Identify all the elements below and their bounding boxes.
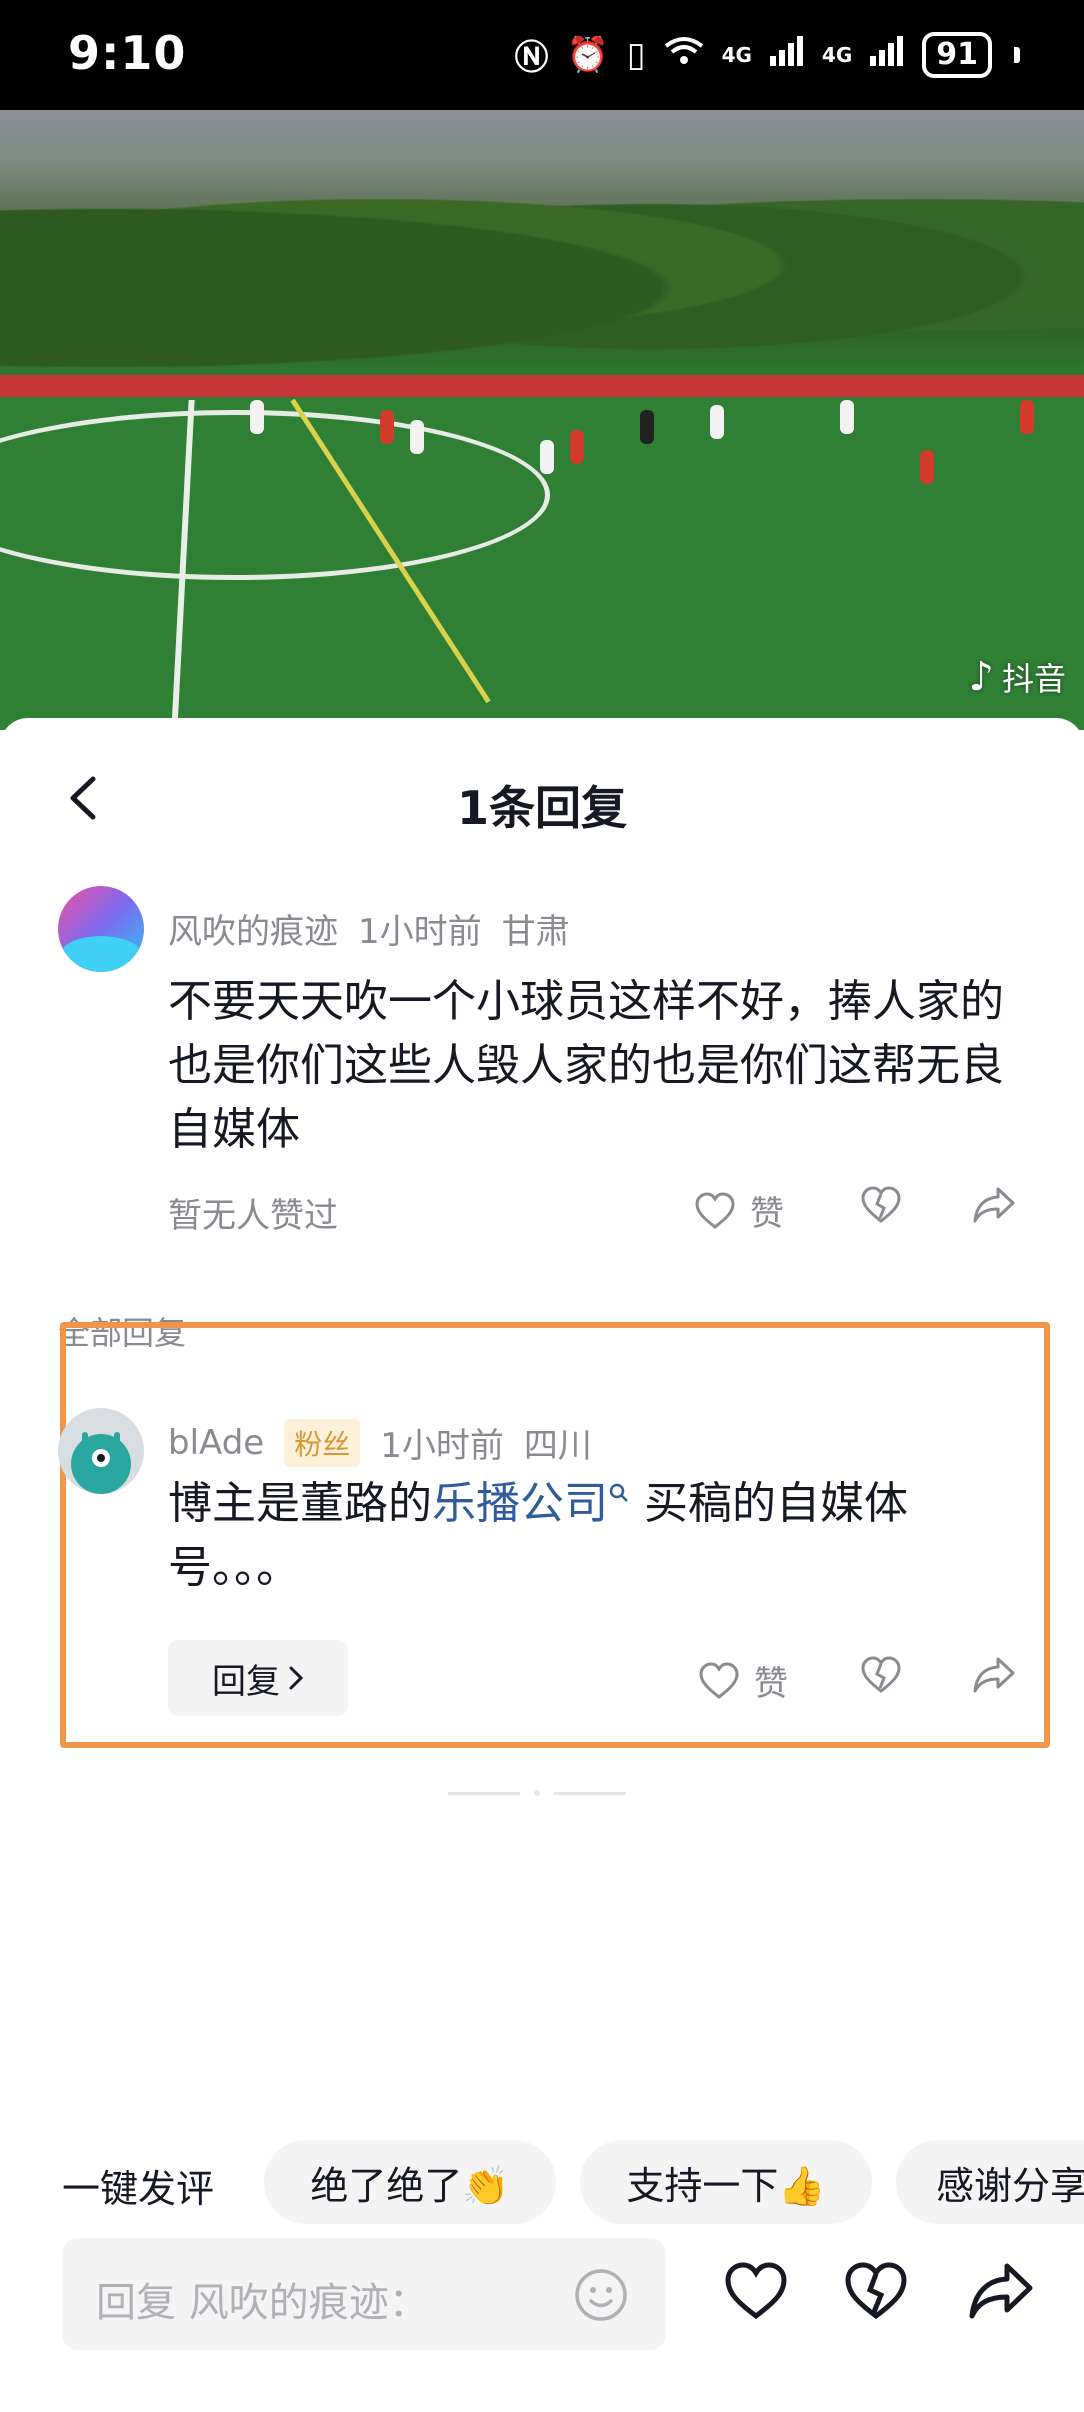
main-comment: 风吹的痕迹 1小时前 甘肃 不要天天吹一个小球员这样不好，捧人家的也是你们这些人… [0,878,1084,1236]
video-player[interactable]: ♪ 抖音 [0,110,1084,730]
reply-meta: blAde 粉丝 1小时前 四川 [168,1418,592,1467]
battery-indicator: 91 [922,31,992,78]
broken-heart-icon [861,1656,901,1693]
search-icon [609,1483,628,1502]
video-trees [0,150,1084,380]
loader-dot [534,1790,540,1796]
dislike-button[interactable] [860,1656,902,1698]
network-label-2: 4G [821,42,853,67]
reply-text[interactable]: 博主是董路的乐播公司 买稿的自媒体号。。。 [168,1472,1018,1600]
comment-author[interactable]: 风吹的痕迹 [168,904,338,953]
video-player-figure [640,410,654,444]
sheet-header: 1条回复 [0,718,1084,878]
video-player-figure [250,400,264,434]
status-bar: 9:10 Ⓝ ⏰ ▯ 4G 4G 91 [0,0,1084,110]
loader-bar [448,1791,520,1795]
heart-icon [695,1191,735,1229]
watermark-text: 抖音 [1001,660,1066,698]
video-player-figure [410,420,424,454]
video-player-figure [1020,400,1034,434]
reply-time: 1小时前 [380,1426,504,1466]
video-player-figure [710,405,724,439]
share-button[interactable] [972,1656,1016,1698]
reply-location: 四川 [523,1426,592,1466]
reply-text-start: 博主是董路的 [168,1478,432,1529]
video-player-figure [570,430,584,464]
quick-chip[interactable]: 支持一下👍 [580,2140,872,2224]
like-summary: 暂无人赞过 [168,1196,338,1236]
like-button[interactable]: 赞 [698,1656,788,1705]
video-player-figure [380,410,394,444]
reply-input[interactable]: 回复 风吹的痕迹： [62,2238,666,2350]
loader-bar [554,1791,626,1795]
comment-location: 甘肃 [501,912,570,952]
dislike-button[interactable] [860,1186,902,1228]
video-player-figure [840,400,854,434]
like-button[interactable]: 赞 [694,1186,784,1235]
share-button[interactable] [972,1186,1016,1228]
douyin-watermark: ♪ 抖音 [968,654,1066,700]
share-icon [973,1657,1015,1693]
like-label: 赞 [750,1194,784,1234]
battery-level: 91 [936,37,978,72]
heart-icon [725,2262,787,2320]
video-player-figure [540,440,554,474]
reply-author[interactable]: blAde [168,1423,264,1463]
emoji-icon [575,2269,627,2321]
share-icon [973,1187,1015,1223]
video-ad-board [0,375,1084,397]
comment-text[interactable]: 不要天天吹一个小球员这样不好，捧人家的也是你们这些人毁人家的也是你们这帮无良自媒… [168,970,1018,1162]
heart-icon [699,1661,739,1699]
signal-icon-2 [870,35,904,75]
fan-badge: 粉丝 [284,1418,361,1467]
loading-indicator [448,1790,626,1796]
status-icons: Ⓝ ⏰ ▯ 4G 4G 91 [514,30,1020,79]
comment-meta: 风吹的痕迹 1小时前 甘肃 [168,904,570,953]
broken-heart-icon [845,2262,907,2320]
status-time: 9:10 [68,26,187,80]
douyin-logo-icon: ♪ [968,654,994,700]
bottom-dislike-button[interactable] [844,2262,908,2324]
quick-chip[interactable]: 感谢分享 [896,2140,1084,2224]
nfc-icon: Ⓝ [514,38,549,78]
wifi-icon [664,35,704,75]
vibrate-icon: ▯ [626,34,646,75]
avatar[interactable] [58,1408,144,1494]
like-label: 赞 [754,1664,788,1704]
battery-tip [1014,46,1020,63]
reply-input-placeholder: 回复 风吹的痕迹： [96,2280,429,2326]
reply-actions: 赞 [0,1650,1084,1710]
quick-comment-bar: 一键发评 绝了绝了👏 支持一下👍 感谢分享 [0,2140,1084,2224]
bottom-like-button[interactable] [724,2262,788,2324]
broken-heart-icon [861,1186,901,1223]
comment-time: 1小时前 [358,912,482,952]
video-player-figure [920,450,934,484]
avatar[interactable] [58,886,144,972]
quick-chip[interactable]: 绝了绝了👏 [264,2140,556,2224]
bottom-share-button[interactable] [968,2262,1034,2324]
avatar-image [58,1408,144,1494]
network-label-1: 4G [721,42,752,67]
share-icon [969,2263,1033,2319]
signal-icon-1 [769,35,804,75]
page-title: 1条回复 [456,781,627,835]
emoji-button[interactable] [574,2268,628,2326]
search-link-text: 乐播公司 [432,1478,608,1529]
avatar-image [58,886,144,972]
search-link[interactable]: 乐播公司 [432,1478,630,1529]
reply-comment: blAde 粉丝 1小时前 四川 博主是董路的乐播公司 买稿的自媒体号。。。 回… [0,1408,1084,1728]
quick-comment-label: 一键发评 [62,2167,215,2211]
comment-actions: 暂无人赞过 赞 [0,1180,1084,1240]
alarm-icon: ⏰ [566,34,609,75]
